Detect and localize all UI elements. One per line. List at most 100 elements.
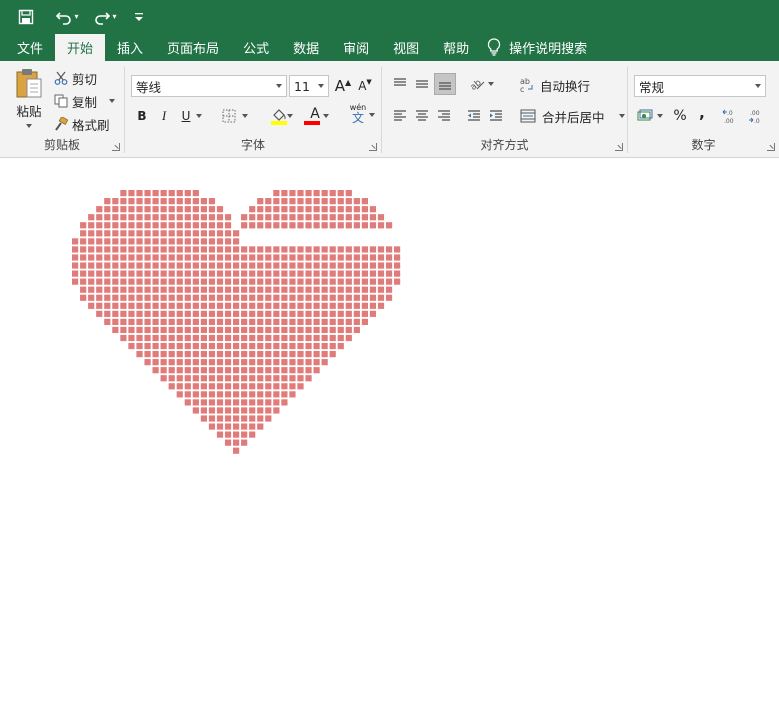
heart-cell[interactable] <box>128 286 135 293</box>
bold-button[interactable]: B <box>133 105 151 127</box>
heart-cell[interactable] <box>176 375 183 382</box>
heart-cell[interactable] <box>216 254 224 261</box>
heart-cell[interactable] <box>112 270 119 277</box>
heart-cell[interactable] <box>144 270 151 277</box>
heart-cell[interactable] <box>297 270 304 277</box>
heart-cell[interactable] <box>345 206 352 213</box>
heart-cell[interactable] <box>385 294 393 301</box>
heart-cell[interactable] <box>257 318 264 325</box>
heart-cell[interactable] <box>353 198 360 205</box>
heart-cell[interactable] <box>120 222 127 229</box>
heart-cell[interactable] <box>224 310 232 317</box>
heart-cell[interactable] <box>192 294 199 301</box>
heart-cell[interactable] <box>160 222 167 229</box>
heart-cell[interactable] <box>297 222 304 229</box>
heart-cell[interactable] <box>241 302 248 309</box>
heart-cell[interactable] <box>345 278 352 285</box>
heart-cell[interactable] <box>233 326 240 334</box>
tab-review[interactable]: 审阅 <box>331 33 381 61</box>
heart-cell[interactable] <box>265 222 272 229</box>
heart-cell[interactable] <box>329 206 336 213</box>
heart-cell[interactable] <box>257 270 264 277</box>
heart-cell[interactable] <box>80 222 87 229</box>
heart-cell[interactable] <box>345 214 352 221</box>
heart-cell[interactable] <box>168 302 175 309</box>
heart-cell[interactable] <box>192 222 199 229</box>
heart-cell[interactable] <box>273 206 280 213</box>
heart-cell[interactable] <box>160 367 167 374</box>
tab-help[interactable]: 帮助 <box>431 33 481 61</box>
heart-cell[interactable] <box>208 407 216 414</box>
heart-cell[interactable] <box>96 230 103 237</box>
heart-cell[interactable] <box>313 318 320 325</box>
heart-cell[interactable] <box>321 254 328 261</box>
heart-cell[interactable] <box>329 342 336 350</box>
heart-cell[interactable] <box>249 222 256 229</box>
heart-cell[interactable] <box>112 262 119 269</box>
heart-cell[interactable] <box>337 214 344 221</box>
heart-cell[interactable] <box>160 351 167 358</box>
heart-cell[interactable] <box>369 262 377 269</box>
heart-cell[interactable] <box>88 222 95 229</box>
heart-cell[interactable] <box>104 270 111 277</box>
heart-cell[interactable] <box>233 407 240 414</box>
heart-cell[interactable] <box>265 399 272 406</box>
heart-cell[interactable] <box>241 431 248 438</box>
heart-cell[interactable] <box>305 262 312 269</box>
heart-cell[interactable] <box>208 302 216 309</box>
heart-cell[interactable] <box>361 246 368 253</box>
heart-cell[interactable] <box>313 351 320 358</box>
heart-cell[interactable] <box>321 278 328 285</box>
cut-button[interactable]: 剪切 <box>54 69 97 87</box>
heart-cell[interactable] <box>176 230 183 237</box>
heart-cell[interactable] <box>394 246 401 253</box>
heart-cell[interactable] <box>305 222 312 229</box>
heart-cell[interactable] <box>241 254 248 261</box>
heart-cell[interactable] <box>273 262 280 269</box>
heart-cell[interactable] <box>200 310 207 317</box>
heart-cell[interactable] <box>249 375 256 382</box>
heart-cell[interactable] <box>313 246 320 253</box>
heart-cell[interactable] <box>88 302 95 309</box>
heart-cell[interactable] <box>369 302 377 309</box>
heart-cell[interactable] <box>104 206 111 213</box>
heart-cell[interactable] <box>184 270 191 277</box>
heart-cell[interactable] <box>88 246 95 253</box>
heart-cell[interactable] <box>337 206 344 213</box>
heart-cell[interactable] <box>216 222 224 229</box>
heart-cell[interactable] <box>184 310 191 317</box>
heart-cell[interactable] <box>353 326 360 334</box>
heart-cell[interactable] <box>321 214 328 221</box>
heart-cell[interactable] <box>305 342 312 350</box>
heart-cell[interactable] <box>144 254 151 261</box>
heart-cell[interactable] <box>289 246 296 253</box>
heart-cell[interactable] <box>168 310 175 317</box>
heart-cell[interactable] <box>281 375 288 382</box>
heart-cell[interactable] <box>257 391 264 398</box>
heart-cell[interactable] <box>241 423 248 430</box>
heart-cell[interactable] <box>112 206 119 213</box>
accounting-dropdown-icon[interactable] <box>657 114 663 118</box>
heart-cell[interactable] <box>289 383 296 390</box>
heart-cell[interactable] <box>192 214 199 221</box>
heart-cell[interactable] <box>273 351 280 358</box>
heart-cell[interactable] <box>377 270 385 277</box>
heart-cell[interactable] <box>152 359 159 366</box>
heart-cell[interactable] <box>377 294 385 301</box>
heart-cell[interactable] <box>136 206 143 213</box>
heart-cell[interactable] <box>377 302 385 309</box>
heart-cell[interactable] <box>329 318 336 325</box>
heart-cell[interactable] <box>305 286 312 293</box>
heart-cell[interactable] <box>216 318 224 325</box>
align-left-button[interactable] <box>390 105 410 127</box>
heart-cell[interactable] <box>184 254 191 261</box>
heart-cell[interactable] <box>297 214 304 221</box>
heart-cell[interactable] <box>337 302 344 309</box>
heart-cell[interactable] <box>80 286 87 293</box>
heart-cell[interactable] <box>136 286 143 293</box>
heart-cell[interactable] <box>104 262 111 269</box>
heart-cell[interactable] <box>257 206 264 213</box>
heart-cell[interactable] <box>216 407 224 414</box>
heart-cell[interactable] <box>281 334 288 342</box>
heart-cell[interactable] <box>96 254 103 261</box>
